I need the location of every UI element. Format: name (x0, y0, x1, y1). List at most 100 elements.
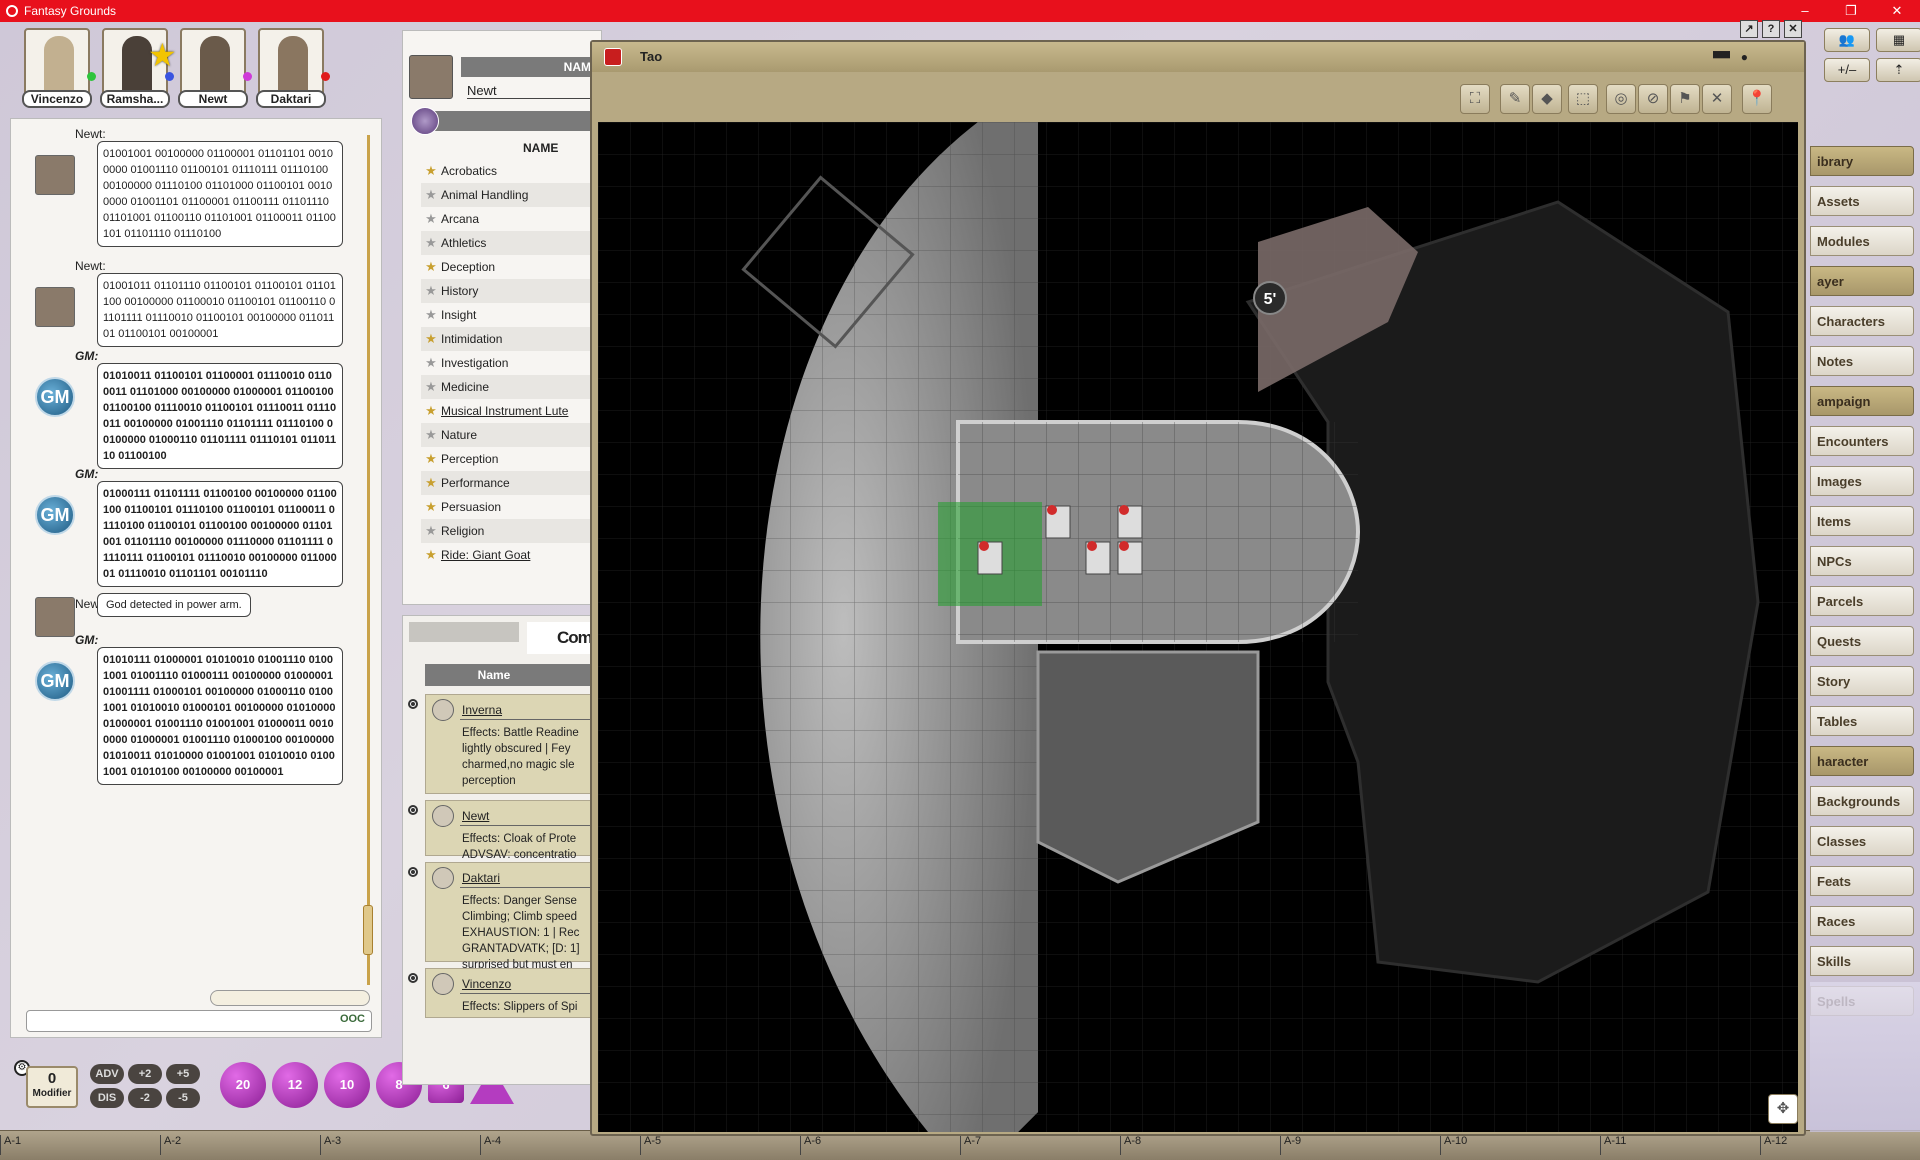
sidebar-item-npcs[interactable]: NPCs (1810, 546, 1914, 576)
hotkey-slot[interactable]: A-8 (1120, 1135, 1141, 1155)
hotkey-slot[interactable]: A-6 (800, 1135, 821, 1155)
modifier-box[interactable]: 0 Modifier (26, 1066, 78, 1108)
sidebar-item-feats[interactable]: Feats (1810, 866, 1914, 896)
hotkey-slot[interactable]: A-3 (320, 1135, 341, 1155)
chat-input[interactable]: OOC (26, 1010, 372, 1032)
modifier-button-plus2[interactable]: +2 (128, 1064, 162, 1084)
active-turn-radio[interactable] (408, 699, 418, 709)
star-icon[interactable]: ★ (421, 451, 441, 467)
skill-row[interactable]: ★ Medicine (421, 375, 603, 399)
combat-tab[interactable] (409, 622, 519, 642)
hotkey-slot[interactable]: A-4 (480, 1135, 501, 1155)
combatant-name[interactable]: Newt (462, 809, 489, 823)
combat-entry[interactable]: Daktari Effects: Danger Sense Climbing; C… (408, 862, 603, 987)
sidebar-item-tables[interactable]: Tables (1810, 706, 1914, 736)
active-turn-radio[interactable] (408, 867, 418, 877)
select-icon[interactable]: ⬚ (1568, 84, 1598, 114)
brush-icon[interactable]: ✎ (1500, 84, 1530, 114)
modifier-button-plus5[interactable]: +5 (166, 1064, 200, 1084)
target-icon[interactable]: ◎ (1606, 84, 1636, 114)
token-vincenzo[interactable] (1085, 541, 1111, 575)
hotkey-slot[interactable]: A-5 (640, 1135, 661, 1155)
skill-row[interactable]: ★ Athletics (421, 231, 603, 255)
modifier-button-minus5[interactable]: -5 (166, 1088, 200, 1108)
sidebar-item-quests[interactable]: Quests (1810, 626, 1914, 656)
active-turn-radio[interactable] (408, 973, 418, 983)
close-button[interactable]: ✕ (1874, 0, 1920, 22)
sidebar-item-notes[interactable]: Notes (1810, 346, 1914, 376)
help-icon[interactable]: ? (1762, 20, 1780, 38)
pin-icon[interactable]: 📍 (1742, 84, 1772, 114)
star-icon[interactable]: ★ (421, 259, 441, 275)
active-turn-radio[interactable] (408, 805, 418, 815)
sidebar-item-story[interactable]: Story (1810, 666, 1914, 696)
sidebar-item-characters[interactable]: Characters (1810, 306, 1914, 336)
token-inverna[interactable] (1045, 505, 1071, 539)
hotkey-slot[interactable]: A-7 (960, 1135, 981, 1155)
star-icon[interactable]: ★ (421, 211, 441, 227)
skill-row[interactable]: ★ Musical Instrument Lute (421, 399, 603, 423)
skill-row[interactable]: ★ Animal Handling (421, 183, 603, 207)
map-canvas[interactable]: 5' ✥ (598, 122, 1798, 1132)
combat-entry[interactable]: Vincenzo Effects: Slippers of Spi (408, 968, 603, 1018)
combatant-name[interactable]: Daktari (462, 871, 500, 885)
sidebar-top-button-0[interactable]: 👥 (1824, 28, 1870, 52)
token-newt[interactable] (977, 541, 1003, 575)
modifier-button-adv[interactable]: ADV (90, 1064, 124, 1084)
swords-icon[interactable]: ✕ (1702, 84, 1732, 114)
close-map-icon[interactable]: ✕ (1784, 20, 1802, 38)
skill-row[interactable]: ★ Acrobatics (421, 159, 603, 183)
d20-die[interactable]: 20 (220, 1062, 266, 1108)
sidebar-item-classes[interactable]: Classes (1810, 826, 1914, 856)
skill-row[interactable]: ★ Religion (421, 519, 603, 543)
d10-die[interactable]: 10 (324, 1062, 370, 1108)
sidebar-item-parcels[interactable]: Parcels (1810, 586, 1914, 616)
flag-icon[interactable]: ⚑ (1670, 84, 1700, 114)
sidebar-top-button-2[interactable]: +/– (1824, 58, 1870, 82)
sidebar-item-modules[interactable]: Modules (1810, 226, 1914, 256)
combat-entry[interactable]: Newt Effects: Cloak of Prote ADVSAV: conc… (408, 800, 603, 861)
modifier-button-dis[interactable]: DIS (90, 1088, 124, 1108)
sidebar-item-skills[interactable]: Skills (1810, 946, 1914, 976)
sidebar-item-races[interactable]: Races (1810, 906, 1914, 936)
star-icon[interactable]: ★ (421, 427, 441, 443)
name-field[interactable]: Newt (467, 83, 597, 99)
star-icon[interactable]: ★ (421, 547, 441, 563)
star-icon[interactable]: ★ (421, 331, 441, 347)
skill-row[interactable]: ★ Persuasion (421, 495, 603, 519)
lock-icon[interactable]: ● (1741, 50, 1748, 64)
eraser-icon[interactable]: ◆ (1532, 84, 1562, 114)
star-icon[interactable]: ★ (421, 283, 441, 299)
star-icon[interactable]: ★ (421, 499, 441, 515)
star-icon[interactable]: ★ (421, 403, 441, 419)
token-daktari[interactable] (1117, 505, 1143, 539)
chat-scrollbar[interactable] (363, 135, 373, 985)
token-ramsha[interactable] (1117, 541, 1143, 575)
no-target-icon[interactable]: ⊘ (1638, 84, 1668, 114)
star-icon[interactable]: ★ (421, 523, 441, 539)
combatant-name[interactable]: Vincenzo (462, 977, 511, 991)
hotkey-slot[interactable]: A-2 (160, 1135, 181, 1155)
portrait-vincenzo[interactable]: Vincenzo (20, 28, 96, 108)
sidebar-item-images[interactable]: Images (1810, 466, 1914, 496)
share-icon[interactable]: ▀▀ (1713, 51, 1730, 65)
sidebar-item-encounters[interactable]: Encounters (1810, 426, 1914, 456)
hotkey-slot[interactable]: A-10 (1440, 1135, 1467, 1155)
skill-row[interactable]: ★ Investigation (421, 351, 603, 375)
portrait-daktari[interactable]: Daktari (254, 28, 330, 108)
chat-mode-select[interactable] (210, 990, 370, 1006)
star-icon[interactable]: ★ (421, 163, 441, 179)
skill-row[interactable]: ★ History (421, 279, 603, 303)
scroll-knob[interactable] (363, 905, 373, 955)
sidebar-top-button-3[interactable]: ⇡ (1876, 58, 1920, 82)
star-icon[interactable]: ★ (421, 187, 441, 203)
combatant-name[interactable]: Inverna (462, 703, 502, 717)
hotkey-slot[interactable]: A-9 (1280, 1135, 1301, 1155)
skill-row[interactable]: ★ Performance (421, 471, 603, 495)
star-icon[interactable]: ★ (421, 355, 441, 371)
fullscreen-icon[interactable]: ⛶ (1460, 84, 1490, 114)
hotkey-slot[interactable]: A-1 (0, 1135, 21, 1155)
skill-row[interactable]: ★ Intimidation (421, 327, 603, 351)
combat-entry[interactable]: Inverna Effects: Battle Readine lightly o… (408, 694, 603, 794)
move-icon[interactable]: ✥ (1768, 1094, 1798, 1124)
